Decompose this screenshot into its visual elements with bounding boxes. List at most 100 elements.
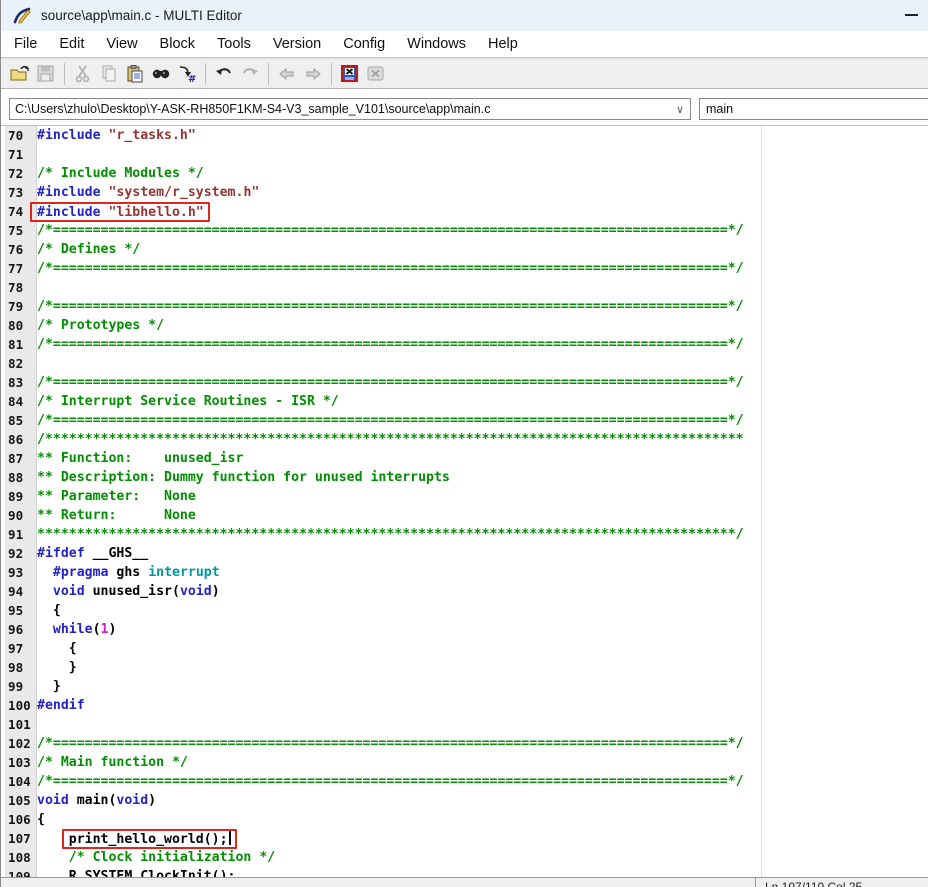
code-line-101[interactable]: 101 bbox=[1, 715, 928, 734]
function-search-input[interactable]: main bbox=[699, 98, 928, 120]
line-number: 95 bbox=[1, 601, 37, 620]
code-line-81[interactable]: 81/*====================================… bbox=[1, 335, 928, 354]
line-number: 81 bbox=[1, 335, 37, 354]
code-line-102[interactable]: 102/*===================================… bbox=[1, 734, 928, 753]
window-title: source\app\main.c - MULTI Editor bbox=[41, 8, 242, 23]
code-line-109[interactable]: 109 R_SYSTEM_ClockInit(); bbox=[1, 867, 928, 877]
menu-item-view[interactable]: View bbox=[95, 36, 148, 52]
code-line-86[interactable]: 86/*************************************… bbox=[1, 430, 928, 449]
menu-item-help[interactable]: Help bbox=[477, 36, 529, 52]
line-number: 101 bbox=[1, 715, 37, 734]
code-line-100[interactable]: 100#endif bbox=[1, 696, 928, 715]
menu-item-edit[interactable]: Edit bbox=[48, 36, 95, 52]
copy-button bbox=[96, 61, 122, 87]
line-number: 73 bbox=[1, 183, 37, 202]
menu-item-windows[interactable]: Windows bbox=[396, 36, 477, 52]
menu-bar: FileEditViewBlockToolsVersionConfigWindo… bbox=[1, 31, 928, 58]
close-button bbox=[363, 61, 389, 87]
code-line-71[interactable]: 71 bbox=[1, 145, 928, 164]
title-bar: source\app\main.c - MULTI Editor bbox=[1, 0, 928, 31]
code-line-73[interactable]: 73#include "system/r_system.h" bbox=[1, 183, 928, 202]
code-line-84[interactable]: 84/* Interrupt Service Routines - ISR */ bbox=[1, 392, 928, 411]
navigate-back-button bbox=[274, 61, 300, 87]
line-number: 86 bbox=[1, 430, 37, 449]
code-line-76[interactable]: 76/* Defines */ bbox=[1, 240, 928, 259]
code-editor[interactable]: 70#include "r_tasks.h"7172/* Include Mod… bbox=[1, 126, 928, 877]
open-button[interactable] bbox=[7, 61, 33, 87]
code-line-87[interactable]: 87** Function: unused_isr bbox=[1, 449, 928, 468]
code-line-99[interactable]: 99 } bbox=[1, 677, 928, 696]
line-number: 105 bbox=[1, 791, 37, 810]
text-caret bbox=[229, 831, 231, 845]
code-line-70[interactable]: 70#include "r_tasks.h" bbox=[1, 126, 928, 145]
line-number: 78 bbox=[1, 278, 37, 297]
save-and-close-button[interactable] bbox=[337, 61, 363, 87]
code-line-98[interactable]: 98 } bbox=[1, 658, 928, 677]
code-line-78[interactable]: 78 bbox=[1, 278, 928, 297]
code-line-77[interactable]: 77/*====================================… bbox=[1, 259, 928, 278]
line-number: 94 bbox=[1, 582, 37, 601]
find-button[interactable] bbox=[148, 61, 174, 87]
line-number: 92 bbox=[1, 544, 37, 563]
highlight-box: print_hello_world(); bbox=[62, 829, 237, 849]
svg-text:#: # bbox=[188, 74, 196, 83]
line-number: 99 bbox=[1, 677, 37, 696]
code-line-97[interactable]: 97 { bbox=[1, 639, 928, 658]
line-number: 91 bbox=[1, 525, 37, 544]
goto-line-button[interactable]: # bbox=[174, 61, 200, 87]
code-line-107[interactable]: 107 print_hello_world(); bbox=[1, 829, 928, 848]
code-line-104[interactable]: 104/*===================================… bbox=[1, 772, 928, 791]
code-line-89[interactable]: 89** Parameter: None bbox=[1, 487, 928, 506]
code-line-96[interactable]: 96 while(1) bbox=[1, 620, 928, 639]
menu-item-block[interactable]: Block bbox=[149, 36, 206, 52]
code-line-88[interactable]: 88** Description: Dummy function for unu… bbox=[1, 468, 928, 487]
code-line-108[interactable]: 108 /* Clock initialization */ bbox=[1, 848, 928, 867]
line-number: 107 bbox=[1, 829, 37, 848]
function-search-value: main bbox=[700, 102, 733, 116]
code-line-93[interactable]: 93 #pragma ghs interrupt bbox=[1, 563, 928, 582]
toolbar-separator bbox=[331, 63, 332, 85]
code-line-74[interactable]: 74#include "libhello.h" bbox=[1, 202, 928, 221]
line-number: 71 bbox=[1, 145, 37, 164]
line-number: 88 bbox=[1, 468, 37, 487]
cut-button bbox=[70, 61, 96, 87]
code-line-72[interactable]: 72/* Include Modules */ bbox=[1, 164, 928, 183]
code-line-80[interactable]: 80/* Prototypes */ bbox=[1, 316, 928, 335]
code-line-95[interactable]: 95 { bbox=[1, 601, 928, 620]
line-number: 70 bbox=[1, 126, 37, 145]
line-number: 103 bbox=[1, 753, 37, 772]
code-line-83[interactable]: 83/*====================================… bbox=[1, 373, 928, 392]
line-number: 106 bbox=[1, 810, 37, 829]
code-line-90[interactable]: 90** Return: None bbox=[1, 506, 928, 525]
line-number: 87 bbox=[1, 449, 37, 468]
code-line-106[interactable]: 106{ bbox=[1, 810, 928, 829]
line-number: 82 bbox=[1, 354, 37, 373]
code-line-75[interactable]: 75/*====================================… bbox=[1, 221, 928, 240]
code-line-103[interactable]: 103/* Main function */ bbox=[1, 753, 928, 772]
toolbar-separator bbox=[205, 63, 206, 85]
code-line-105[interactable]: 105void main(void) bbox=[1, 791, 928, 810]
line-number: 85 bbox=[1, 411, 37, 430]
code-lines: 70#include "r_tasks.h"7172/* Include Mod… bbox=[1, 126, 928, 877]
code-line-79[interactable]: 79/*====================================… bbox=[1, 297, 928, 316]
line-number: 77 bbox=[1, 259, 37, 278]
toolbar-separator bbox=[268, 63, 269, 85]
code-line-91[interactable]: 91**************************************… bbox=[1, 525, 928, 544]
code-line-92[interactable]: 92#ifdef __GHS__ bbox=[1, 544, 928, 563]
chevron-down-icon[interactable]: ∨ bbox=[670, 103, 690, 116]
undo-button[interactable] bbox=[211, 61, 237, 87]
minimize-button[interactable] bbox=[905, 14, 918, 16]
menu-item-file[interactable]: File bbox=[3, 36, 48, 52]
line-number: 84 bbox=[1, 392, 37, 411]
menu-item-tools[interactable]: Tools bbox=[206, 36, 262, 52]
code-line-82[interactable]: 82 bbox=[1, 354, 928, 373]
paste-button[interactable] bbox=[122, 61, 148, 87]
file-path-combobox[interactable]: C:\Users\zhulo\Desktop\Y-ASK-RH850F1KM-S… bbox=[9, 98, 691, 120]
highlight-box: #include "libhello.h" bbox=[30, 202, 210, 222]
menu-item-config[interactable]: Config bbox=[332, 36, 396, 52]
code-line-85[interactable]: 85/*====================================… bbox=[1, 411, 928, 430]
line-number: 72 bbox=[1, 164, 37, 183]
menu-item-version[interactable]: Version bbox=[262, 36, 332, 52]
code-line-94[interactable]: 94 void unused_isr(void) bbox=[1, 582, 928, 601]
line-number: 79 bbox=[1, 297, 37, 316]
